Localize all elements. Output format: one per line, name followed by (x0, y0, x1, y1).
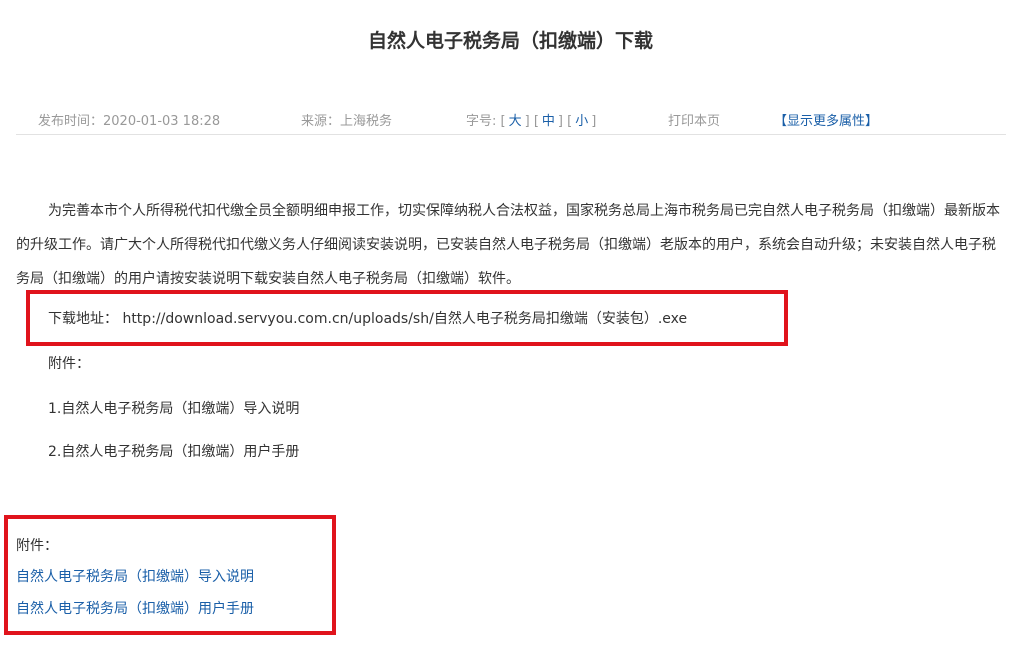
article-body-paragraph: 为完善本市个人所得税代扣代缴全员全额明细申报工作，切实保障纳税人合法权益，国家税… (16, 203, 1000, 287)
page-title: 自然人电子税务局（扣缴端）下载 (367, 30, 653, 52)
font-size-small-link[interactable]: 小 (572, 114, 591, 129)
font-size-label: 字号: (466, 114, 497, 129)
article-source: 来源：上海税务 (301, 114, 393, 129)
attachment-item-user-manual: 2.自然人电子税务局（扣缴端）用户手册 (48, 444, 300, 460)
attachments-label: 附件： (48, 356, 90, 372)
font-size-control: 字号: [大] [中] [小] (466, 114, 597, 129)
font-size-medium-link[interactable]: 中 (539, 114, 558, 129)
article-meta-bar: 发布时间：2020-01-03 18:28 来源：上海税务 字号: [大] [中… (16, 108, 1006, 135)
attachments-section-label: 附件： (16, 538, 58, 554)
font-size-large-link[interactable]: 大 (506, 114, 525, 129)
show-more-properties-link[interactable]: 【显示更多属性】 (774, 110, 878, 129)
publish-time: 发布时间：2020-01-03 18:28 (38, 114, 221, 129)
download-address: 下载地址： http://download.servyou.com.cn/upl… (48, 311, 688, 327)
attachment-item-import-guide: 1.自然人电子税务局（扣缴端）导入说明 (48, 401, 300, 417)
print-page-link[interactable]: 打印本页 (668, 110, 720, 129)
attachment-link-user-manual[interactable]: 自然人电子税务局（扣缴端）用户手册 (16, 598, 254, 618)
attachment-link-import-guide[interactable]: 自然人电子税务局（扣缴端）导入说明 (16, 566, 254, 586)
